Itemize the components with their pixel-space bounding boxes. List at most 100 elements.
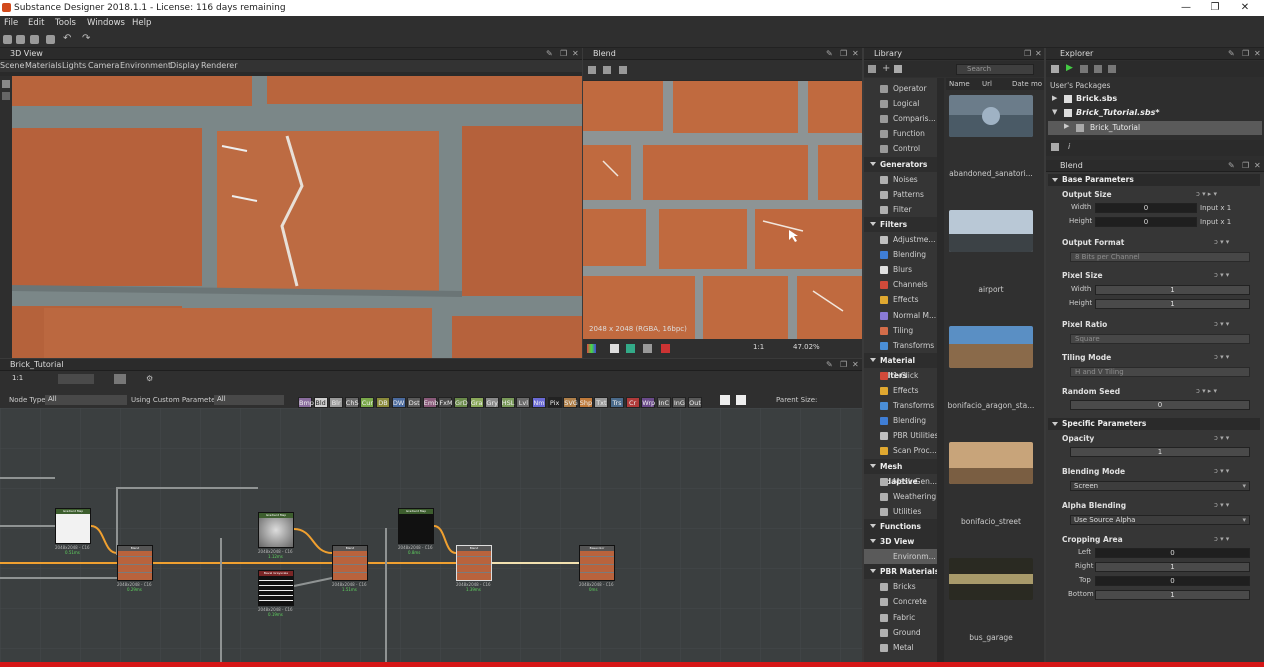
package-icon[interactable] — [1080, 65, 1088, 73]
thumb-abandoned[interactable] — [949, 95, 1033, 137]
run-icon[interactable]: ▶ — [1066, 63, 1073, 73]
library-item[interactable]: Effects — [864, 383, 940, 398]
save-all-icon[interactable] — [46, 35, 55, 44]
chip-trs[interactable]: Trs — [610, 397, 624, 408]
library-item[interactable]: Channels — [864, 277, 940, 292]
export-icon[interactable] — [603, 66, 611, 74]
pixel-ratio-controls[interactable]: ↄ ▾ ▾ — [1214, 320, 1229, 328]
chip-ing[interactable]: InG — [672, 397, 687, 408]
cropping-area-controls[interactable]: ↄ ▾ ▾ — [1214, 535, 1229, 543]
library-item[interactable]: Blending — [864, 413, 940, 428]
close-panel-icon[interactable]: ✕ — [1254, 160, 1261, 172]
3d-menu-renderer[interactable]: Renderer — [201, 60, 238, 71]
channel-icon[interactable] — [587, 344, 596, 353]
chip-lvl[interactable]: Lvl — [516, 397, 531, 408]
frame-icon[interactable] — [114, 374, 126, 384]
menu-file[interactable]: File — [4, 18, 18, 28]
library-search-input[interactable]: Search — [956, 64, 1034, 75]
graph-node[interactable]: Gradient Map — [258, 512, 294, 548]
opacity-controls[interactable]: ↄ ▾ ▾ — [1214, 434, 1229, 442]
add-icon[interactable]: + — [882, 63, 890, 74]
pin-icon[interactable]: ✎ — [826, 359, 833, 371]
column-url[interactable]: Url — [982, 80, 992, 88]
graph-node[interactable]: Blend — [332, 545, 368, 581]
settings-icon[interactable]: ⚙ — [146, 374, 153, 383]
blending-mode-controls[interactable]: ↄ ▾ ▾ — [1214, 467, 1229, 475]
3d-menu-materials[interactable]: Materials — [25, 60, 62, 71]
float-icon[interactable]: ❐ — [1242, 160, 1249, 172]
redo-icon[interactable]: ↷ — [82, 33, 90, 44]
library-item[interactable]: Ground — [864, 625, 940, 640]
library-category[interactable]: Mesh Adaptive — [864, 458, 940, 486]
undo-icon[interactable]: ↶ — [63, 33, 71, 44]
graph-brick-tutorial[interactable]: ▶ Brick_Tutorial — [1048, 121, 1262, 135]
library-item[interactable]: Transforms — [864, 338, 940, 353]
thumb-airport[interactable] — [949, 210, 1033, 252]
close-panel-icon[interactable]: ✕ — [572, 48, 579, 60]
library-view-icon[interactable] — [868, 65, 876, 73]
hierarchy-icon[interactable] — [1051, 143, 1059, 151]
import-icon[interactable] — [894, 65, 902, 73]
graph-node[interactable]: Gradient Map — [398, 508, 434, 544]
chip-cur[interactable]: Cur — [360, 397, 375, 408]
camera-icon[interactable] — [619, 66, 627, 74]
chip-bmp[interactable]: Bmp — [298, 397, 314, 408]
chip-gra[interactable]: Gra — [469, 397, 484, 408]
library-item[interactable]: Noises — [864, 172, 940, 187]
crop-bottom-field[interactable]: 1 — [1095, 590, 1250, 600]
chip-inc[interactable]: InC — [656, 397, 671, 408]
library-item[interactable]: Mask Gen... — [864, 474, 940, 489]
graph-node[interactable]: Blend — [117, 545, 153, 581]
3d-viewport[interactable] — [12, 76, 582, 358]
3d-menu-environment[interactable]: Environment — [120, 60, 171, 71]
3d-menu-scene[interactable]: Scene — [0, 60, 24, 71]
library-item[interactable]: Metal — [864, 640, 940, 655]
graph-ratio-label[interactable]: 1:1 — [12, 374, 23, 382]
library-item[interactable]: Concrete — [864, 594, 940, 609]
library-item[interactable]: Function — [864, 126, 940, 141]
menu-tools[interactable]: Tools — [55, 18, 76, 28]
float-icon[interactable]: ❐ — [1242, 48, 1249, 60]
output-size-controls[interactable]: ↄ ▾ ▸ ▾ — [1196, 190, 1217, 198]
column-name[interactable]: Name — [949, 80, 970, 88]
package-brick[interactable]: ▶ Brick.sbs — [1048, 93, 1262, 106]
width-field[interactable]: 0 — [1095, 203, 1197, 213]
library-item[interactable]: Bricks — [864, 579, 940, 594]
thumb-bonifacio-street[interactable] — [949, 442, 1033, 484]
opacity-slider[interactable]: 1 — [1070, 447, 1250, 457]
3d-menu-lights[interactable]: Lights — [62, 60, 86, 71]
close-panel-icon[interactable]: ✕ — [852, 48, 859, 60]
library-category[interactable]: PBR Materials — [864, 564, 940, 580]
library-category[interactable]: Generators — [864, 156, 940, 172]
thumb-bus-garage[interactable] — [949, 558, 1033, 600]
pixel-height-field[interactable]: 1 — [1095, 299, 1250, 309]
chip-hsl[interactable]: HSL — [500, 397, 515, 408]
library-item[interactable]: Weathering — [864, 489, 940, 504]
tiling-mode-controls[interactable]: ↄ ▾ ▾ — [1214, 353, 1229, 361]
zoom-label[interactable]: 47.02% — [793, 343, 820, 351]
pin-icon[interactable]: ✎ — [546, 48, 553, 60]
random-seed-controls[interactable]: ↄ ▾ ▸ ▾ — [1196, 387, 1217, 395]
chip-shp[interactable]: Shp — [578, 397, 593, 408]
library-item[interactable]: Adjustme... — [864, 232, 940, 247]
chip-txt[interactable]: Txt — [594, 397, 609, 408]
chip-wrp[interactable]: Wrp — [641, 397, 656, 408]
graph-node[interactable]: Basecolor — [579, 545, 615, 581]
library-item[interactable]: Tiling — [864, 323, 940, 338]
close-panel-icon[interactable]: ✕ — [1254, 48, 1261, 60]
minimize-button[interactable]: — — [1172, 1, 1200, 15]
library-item[interactable]: Utilities — [864, 504, 940, 519]
base-parameters-section[interactable]: Base Parameters — [1048, 174, 1260, 186]
open-icon[interactable] — [16, 35, 25, 44]
node-type-select[interactable]: All — [45, 395, 127, 405]
library-category[interactable]: Functions — [864, 518, 940, 534]
info-icon[interactable]: i — [1068, 142, 1070, 151]
3d-menu-camera[interactable]: Camera — [88, 60, 119, 71]
library-item[interactable]: Normal M... — [864, 308, 940, 323]
new-icon[interactable] — [3, 35, 12, 44]
pin-icon[interactable]: ✎ — [826, 48, 833, 60]
float-icon[interactable]: ❐ — [560, 48, 567, 60]
chip-chs[interactable]: ChS — [344, 397, 359, 408]
ratio-label[interactable]: 1:1 — [753, 343, 764, 351]
library-item[interactable]: Logical — [864, 96, 940, 111]
